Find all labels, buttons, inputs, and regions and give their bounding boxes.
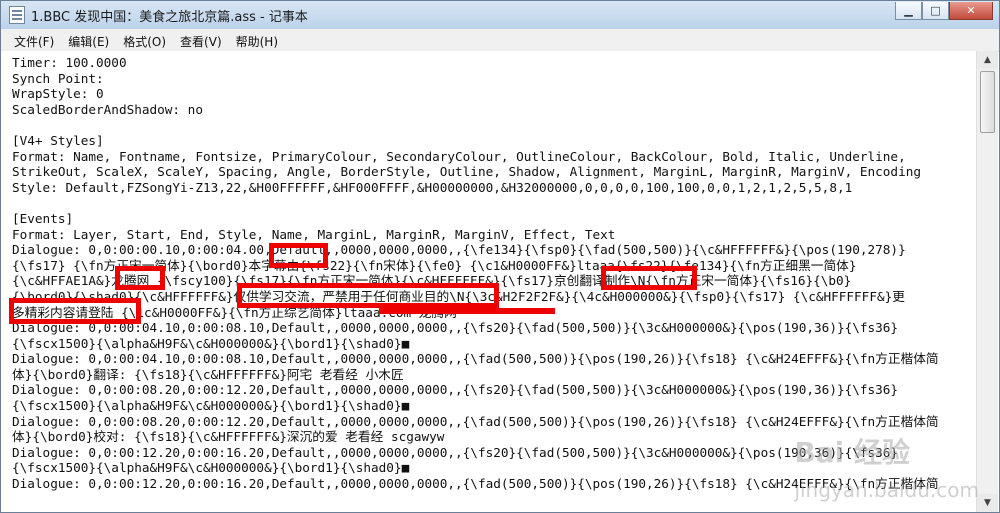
menu-bar: 文件(F) 编辑(E) 格式(O) 查看(V) 帮助(H) <box>1 29 999 52</box>
close-button[interactable]: ✕ <box>949 2 993 20</box>
notepad-window: 1.BBC 发现中国：美食之旅北京篇.ass - 记事本 ▁ □ ✕ 文件(F)… <box>0 0 1000 513</box>
redaction-box <box>601 266 697 290</box>
menu-help[interactable]: 帮助(H) <box>229 29 285 51</box>
redaction-box <box>9 298 141 324</box>
scroll-down-arrow-icon[interactable]: ▼ <box>977 494 998 512</box>
notepad-icon <box>9 6 25 24</box>
window-title: 1.BBC 发现中国：美食之旅北京篇.ass - 记事本 <box>31 10 308 25</box>
redaction-line <box>379 308 555 314</box>
maximize-button[interactable]: □ <box>922 2 949 20</box>
window-controls: ▁ □ ✕ <box>895 2 993 20</box>
menu-file[interactable]: 文件(F) <box>7 29 61 51</box>
redaction-box <box>237 283 499 308</box>
vertical-scrollbar[interactable]: ▲ ▼ <box>976 51 998 512</box>
baidu-watermark: Bai 经验 jingyan.baidu.com <box>794 431 979 504</box>
redaction-box <box>269 243 328 268</box>
menu-format[interactable]: 格式(O) <box>116 29 173 51</box>
menu-view[interactable]: 查看(V) <box>173 29 229 51</box>
redaction-box <box>115 266 165 290</box>
menu-edit[interactable]: 编辑(E) <box>61 29 116 51</box>
scroll-up-arrow-icon[interactable]: ▲ <box>977 51 998 69</box>
scroll-thumb[interactable] <box>980 71 995 133</box>
minimize-button[interactable]: ▁ <box>895 2 922 20</box>
watermark-sub: jingyan.baidu.com <box>794 478 979 502</box>
title-bar[interactable]: 1.BBC 发现中国：美食之旅北京篇.ass - 记事本 ▁ □ ✕ <box>1 1 999 30</box>
watermark-brand: Bai 经验 <box>794 436 911 469</box>
